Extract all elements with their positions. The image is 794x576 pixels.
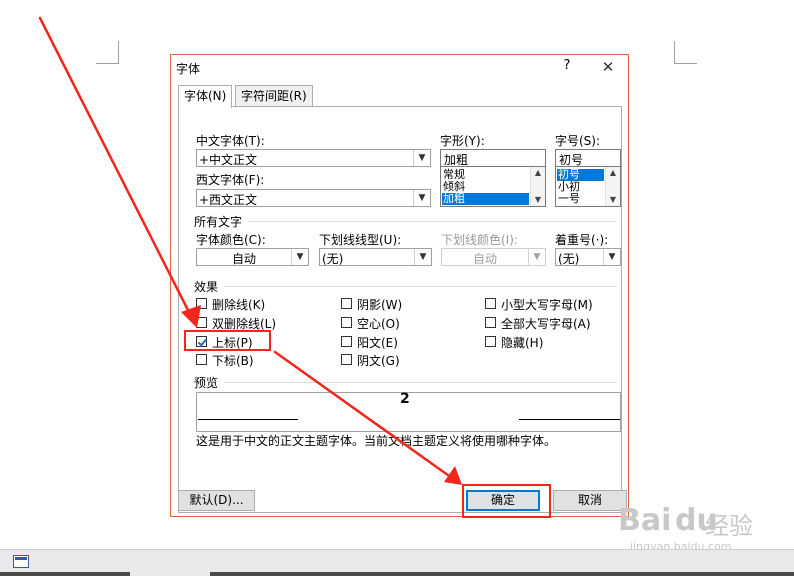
scrollbar[interactable]: ▲ ▼ [605, 167, 620, 206]
chevron-down-icon[interactable]: ▼ [414, 249, 431, 265]
checkbox-label: 空心(O) [357, 317, 400, 331]
all-text-section-title: 所有文字 [194, 215, 243, 229]
chevron-down-icon: ▼ [528, 249, 545, 265]
chevron-down-icon[interactable]: ▼ [291, 249, 308, 265]
underline-color-label: 下划线颜色(I): [441, 233, 518, 247]
emphasis-mark-label: 着重号(·): [555, 233, 609, 247]
font-color-label: 字体颜色(C): [196, 233, 266, 247]
western-font-value: +西文正文 [199, 193, 258, 207]
highlight-box-ok [462, 484, 551, 518]
preview-section-title: 预览 [194, 376, 219, 390]
document-icon[interactable] [13, 555, 29, 568]
emphasis-mark-value: (无) [558, 252, 580, 266]
checkbox-box[interactable] [341, 354, 352, 365]
page-corner-mark-right [674, 41, 697, 64]
scroll-up-icon[interactable]: ▲ [606, 167, 620, 179]
page-corner-mark-left [96, 41, 119, 64]
underline-style-value: (无) [322, 252, 344, 266]
font-size-label: 字号(S): [555, 134, 601, 148]
checkbox-box[interactable] [485, 336, 496, 347]
divider [224, 286, 617, 287]
font-tab-panel: 中文字体(T): +中文正文 ▼ 西文字体(F): +西文正文 ▼ 字形(Y):… [178, 106, 622, 513]
tab-font[interactable]: 字体(N) [178, 85, 233, 108]
highlight-box-superscript [184, 330, 271, 351]
checkbox-box[interactable] [341, 336, 352, 347]
list-item[interactable]: 加粗 [442, 193, 529, 205]
divider [224, 382, 617, 383]
taskbar-divider [0, 572, 130, 576]
font-style-label: 字形(Y): [440, 134, 485, 148]
taskbar-divider [210, 572, 794, 576]
underline-color-value: 自动 [472, 252, 497, 266]
chinese-font-label: 中文字体(T): [196, 134, 265, 148]
preview-description: 这是用于中文的正文主题字体。当前文档主题定义将使用哪种字体。 [196, 434, 557, 448]
scroll-down-icon[interactable]: ▼ [606, 194, 620, 206]
checkbox-label: 阳文(E) [357, 336, 398, 350]
checkbox-box[interactable] [196, 354, 207, 365]
dialog-titlebar: 字体 ? ✕ [171, 55, 628, 81]
checkbox-label: 小型大写字母(M) [501, 298, 593, 312]
font-size-input[interactable]: 初号 [555, 149, 621, 167]
close-icon[interactable]: ✕ [596, 56, 620, 78]
font-size-list[interactable]: 初号 小初 一号 ▲ ▼ [555, 166, 621, 207]
watermark-cn: 经验 [705, 512, 753, 540]
chinese-font-select[interactable]: +中文正文 ▼ [196, 149, 431, 167]
checkbox-box[interactable] [341, 317, 352, 328]
checkbox-box[interactable] [196, 317, 207, 328]
chevron-down-icon[interactable]: ▼ [413, 150, 430, 166]
emphasis-mark-select[interactable]: (无) ▼ [555, 248, 621, 266]
checkbox-label: 隐藏(H) [501, 336, 544, 350]
underline-style-label: 下划线线型(U): [319, 233, 402, 247]
preview-box: 2 [196, 391, 621, 432]
tab-character-spacing[interactable]: 字符间距(R) [235, 85, 313, 106]
underline-color-select: 自动 ▼ [441, 248, 546, 266]
preview-baseline-left [198, 419, 298, 420]
help-button[interactable]: ? [559, 58, 575, 73]
scroll-up-icon[interactable]: ▲ [531, 167, 545, 179]
taskbar [0, 549, 794, 576]
font-style-list[interactable]: 常规 倾斜 加粗 ▲ ▼ [440, 166, 546, 207]
divider [249, 221, 617, 222]
preview-glyph: 2 [400, 391, 410, 407]
checkbox-box[interactable] [485, 298, 496, 309]
chevron-down-icon[interactable]: ▼ [413, 190, 430, 206]
checkbox-label: 阴影(W) [357, 298, 403, 312]
chinese-font-value: +中文正文 [199, 153, 258, 167]
checkbox-box[interactable] [196, 298, 207, 309]
watermark-brand: Bai [618, 503, 672, 538]
underline-style-select[interactable]: (无) ▼ [319, 248, 432, 266]
checkbox-box[interactable] [485, 317, 496, 328]
set-default-button[interactable]: 默认(D)... [178, 490, 255, 511]
checkbox-label: 删除线(K) [212, 298, 266, 312]
western-font-label: 西文字体(F): [196, 173, 265, 187]
checkbox-label: 全部大写字母(A) [501, 317, 591, 331]
checkbox-label: 下标(B) [212, 354, 254, 368]
western-font-select[interactable]: +西文正文 ▼ [196, 189, 431, 207]
chevron-down-icon[interactable]: ▼ [603, 249, 620, 265]
preview-baseline-right [519, 419, 620, 420]
scrollbar[interactable]: ▲ ▼ [530, 167, 545, 206]
font-style-input[interactable]: 加粗 [440, 149, 546, 167]
font-color-select[interactable]: 自动 ▼ [196, 248, 309, 266]
cancel-button[interactable]: 取消 [553, 490, 627, 511]
checkbox-box[interactable] [341, 298, 352, 309]
checkbox-label: 阴文(G) [357, 354, 400, 368]
list-item[interactable]: 一号 [557, 193, 604, 205]
effects-section-title: 效果 [194, 280, 219, 294]
font-dialog: 字体 ? ✕ 字体(N) 字符间距(R) 中文字体(T): +中文正文 ▼ 西文… [170, 54, 629, 517]
scroll-down-icon[interactable]: ▼ [531, 194, 545, 206]
dialog-title: 字体 [176, 62, 201, 76]
font-color-value: 自动 [231, 252, 256, 266]
